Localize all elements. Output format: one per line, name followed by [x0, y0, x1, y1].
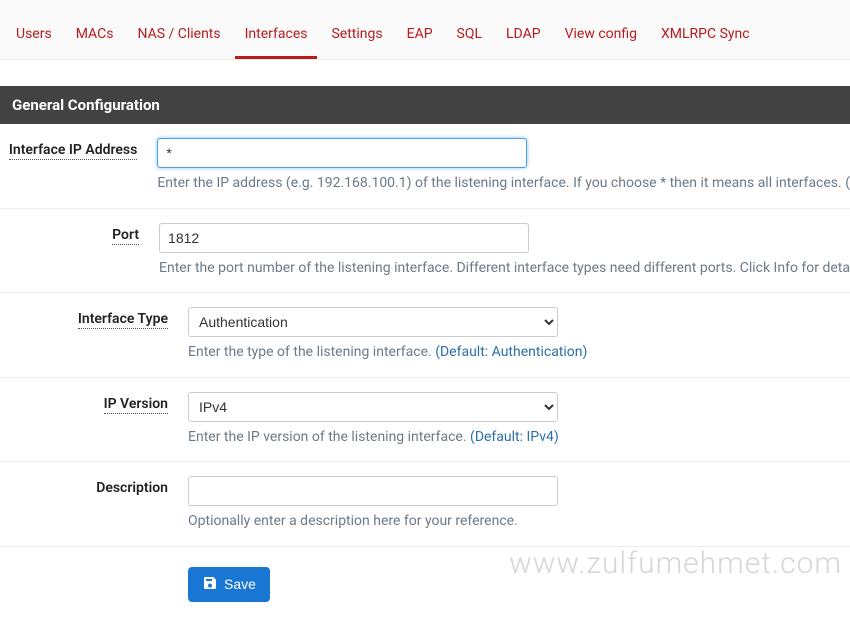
row-port: Port Enter the port number of the listen… [0, 209, 850, 294]
label-ip-version: IP Version [104, 396, 168, 414]
tab-eap[interactable]: EAP [397, 20, 443, 59]
row-save: Save [0, 547, 850, 622]
label-description: Description [96, 480, 168, 497]
label-interface-ip: Interface IP Address [9, 142, 138, 160]
label-port: Port [112, 227, 139, 245]
tab-users[interactable]: Users [6, 20, 62, 59]
help-port: Enter the port number of the listening i… [159, 259, 850, 279]
save-button[interactable]: Save [188, 567, 270, 602]
ip-version-select[interactable]: IPv4 [188, 392, 558, 422]
help-ip-version-text: Enter the IP version of the listening in… [188, 429, 470, 445]
description-input[interactable] [188, 476, 558, 506]
interface-ip-input[interactable] [157, 138, 527, 168]
row-interface-type: Interface Type Authentication Enter the … [0, 293, 850, 378]
row-description: Description Optionally enter a descripti… [0, 462, 850, 547]
tab-interfaces[interactable]: Interfaces [235, 20, 318, 59]
tab-nas-clients[interactable]: NAS / Clients [127, 20, 230, 59]
port-input[interactable] [159, 223, 529, 253]
tab-settings[interactable]: Settings [321, 20, 392, 59]
interface-type-select[interactable]: Authentication [188, 307, 558, 337]
help-interface-type-default: (Default: Authentication) [435, 344, 587, 360]
help-ip-version-default: (Default: IPv4) [470, 429, 559, 445]
section-title: General Configuration [0, 86, 850, 124]
tab-xmlrpc-sync[interactable]: XMLRPC Sync [651, 20, 760, 59]
help-interface-ip: Enter the IP address (e.g. 192.168.100.1… [157, 174, 850, 194]
row-interface-ip: Interface IP Address Enter the IP addres… [0, 124, 850, 209]
tab-view-config[interactable]: View config [555, 20, 647, 59]
help-description: Optionally enter a description here for … [188, 512, 850, 532]
tab-sql[interactable]: SQL [447, 20, 492, 59]
tab-bar: Users MACs NAS / Clients Interfaces Sett… [0, 0, 850, 60]
save-button-label: Save [224, 576, 256, 592]
tab-ldap[interactable]: LDAP [496, 20, 551, 59]
tab-macs[interactable]: MACs [66, 20, 124, 59]
row-ip-version: IP Version IPv4 Enter the IP version of … [0, 378, 850, 463]
form: Interface IP Address Enter the IP addres… [0, 124, 850, 622]
save-icon [202, 575, 218, 594]
help-interface-type-text: Enter the type of the listening interfac… [188, 344, 435, 360]
help-interface-type: Enter the type of the listening interfac… [188, 343, 850, 363]
label-interface-type: Interface Type [78, 311, 168, 329]
help-ip-version: Enter the IP version of the listening in… [188, 428, 850, 448]
